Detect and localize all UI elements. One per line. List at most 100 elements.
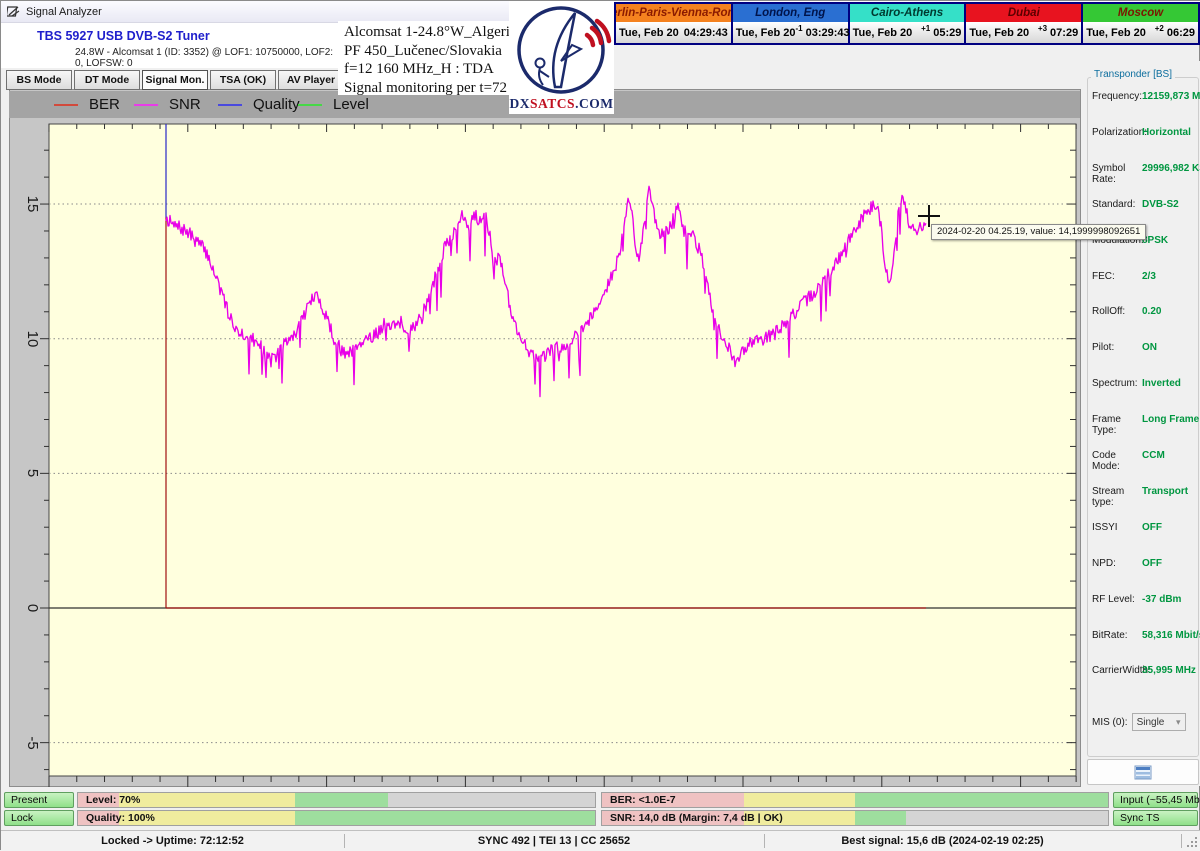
status-separator	[764, 834, 765, 848]
chevron-down-icon: ▾	[1176, 717, 1181, 728]
bar-segment	[119, 793, 295, 807]
timezone-date: Tue, Feb 20	[619, 27, 681, 39]
ts-info-button[interactable]	[1087, 759, 1199, 785]
y-axis-label: 10	[23, 321, 41, 357]
timezone-time: 07:29	[1050, 27, 1078, 39]
timezone-london-eng: London, Eng Tue, Feb 20-103:29:43	[733, 4, 848, 43]
status-section: Best signal: 15,6 dB (2024-02-19 02:25)	[764, 831, 1121, 851]
transponder-value: CCM	[1142, 450, 1165, 472]
dxsatcs-logo-icon	[509, 1, 614, 97]
transponder-label: Standard:	[1092, 199, 1142, 210]
transponder-row: ISSYIOFF	[1092, 522, 1198, 533]
timezone-name: Berlin-Paris-Vienna-Roma	[616, 4, 731, 22]
timezone-time: 04:29:43	[684, 27, 728, 39]
annotation-line: Alcomsat 1-24.8°W_Algeria	[344, 23, 516, 42]
timezone-time: 06:29	[1167, 27, 1195, 39]
bar-segment	[744, 793, 855, 807]
transponder-row: CarrierWidth:35,995 MHz	[1092, 665, 1198, 676]
tab-dt-mode[interactable]: DT Mode	[74, 70, 140, 90]
signal-analyzer-window: { "window": { "title": "Signal Analyzer"…	[0, 0, 1200, 850]
tuner-info-panel: TBS 5927 USB DVB-S2 Tuner 24.8W - Alcoms…	[9, 23, 339, 68]
mis-label: MIS (0):	[1092, 717, 1128, 728]
bar-label: SNR: 14,0 dB (Margin: 7,4 dB | OK)	[610, 812, 783, 824]
status-section: SYNC 492 | TEI 13 | CC 25652	[344, 831, 764, 851]
transponder-value: Horizontal	[1142, 127, 1191, 138]
transponder-value: OFF	[1142, 558, 1162, 569]
transponder-label: Polarization:	[1092, 127, 1142, 138]
transponder-row: Code Mode:CCM	[1092, 450, 1198, 472]
timezone-time: 03:29:43	[806, 27, 850, 39]
transponder-value: ON	[1142, 342, 1157, 353]
input-55-45-mbps--indicator[interactable]: Input (~55,45 Mbps)	[1113, 792, 1198, 808]
transponder-value: -37 dBm	[1142, 594, 1181, 605]
transponder-row: RF Level:-37 dBm	[1092, 594, 1198, 605]
dxsatcs-logo: DXSATCS.COM	[509, 1, 614, 114]
tuner-title: TBS 5927 USB DVB-S2 Tuner	[37, 29, 210, 43]
timezone-name: Moscow	[1083, 4, 1198, 22]
transponder-row: FEC:2/3	[1092, 271, 1198, 282]
bar-label: Quality: 100%	[86, 812, 155, 824]
tab-signal-mon-[interactable]: Signal Mon.	[142, 70, 208, 90]
bar-segment	[855, 793, 1108, 807]
transponder-value: Transport	[1142, 486, 1188, 508]
transponder-label: ISSYI	[1092, 522, 1142, 533]
tab-av-player[interactable]: AV Player	[278, 70, 344, 90]
timezone-clock: Tue, Feb 20+105:29	[850, 22, 965, 43]
timezone-name: Dubai	[966, 4, 1081, 22]
status-bar: Locked -> Uptime: 72:12:52SYNC 492 | TEI…	[1, 830, 1200, 851]
timezone-clocks: Berlin-Paris-Vienna-RomaTue, Feb 2004:29…	[614, 2, 1200, 45]
transponder-label: Symbol Rate:	[1092, 163, 1142, 185]
transponder-value: 29996,982 KS/s	[1142, 163, 1200, 185]
transponder-value: Inverted	[1142, 378, 1181, 389]
status-separator	[344, 834, 345, 848]
transponder-label: CarrierWidth:	[1092, 665, 1142, 676]
progress-bar-quality: Quality: 100%	[77, 810, 596, 826]
transponder-label: BitRate:	[1092, 630, 1142, 641]
transponder-panel: Transponder [BS] Frequency:12159,873 MHz…	[1084, 61, 1200, 786]
transponder-value: 0.20	[1142, 306, 1161, 317]
transponder-label: Frame Type:	[1092, 414, 1142, 436]
transponder-row: Stream type:Transport	[1092, 486, 1198, 508]
transponder-row: Frequency:12159,873 MHz	[1092, 91, 1198, 102]
bar-segment	[855, 811, 906, 825]
transponder-row: RollOff:0.20	[1092, 306, 1198, 317]
timezone-date: Tue, Feb 20	[969, 27, 1038, 39]
annotation-line: PF 450_Lučenec/Slovakia	[344, 42, 516, 61]
progress-bar-snr: SNR: 14,0 dB (Margin: 7,4 dB | OK)	[601, 810, 1109, 826]
lock-indicator[interactable]: Lock	[4, 810, 74, 826]
table-icon	[1134, 765, 1152, 780]
dxsatcs-logo-text: DXSATCS.COM	[509, 96, 614, 112]
cursor-tooltip: 2024-02-20 04.25.19, value: 14,199999809…	[931, 224, 1146, 240]
timezone-date: Tue, Feb 20	[736, 27, 796, 39]
transponder-label: FEC:	[1092, 271, 1142, 282]
mis-dropdown[interactable]: Single ▾	[1132, 713, 1186, 731]
transponder-label: Code Mode:	[1092, 450, 1142, 472]
sync-ts-indicator[interactable]: Sync TS	[1113, 810, 1198, 826]
transponder-row: Spectrum:Inverted	[1092, 378, 1198, 389]
bar-segment	[295, 793, 388, 807]
transponder-value: Long Frame	[1142, 414, 1199, 436]
transponder-label: RF Level:	[1092, 594, 1142, 605]
timezone-utc-offset: +3	[1038, 24, 1047, 33]
annotation-line: Signal monitoring per t=72 h	[344, 79, 516, 98]
resize-grip[interactable]	[1186, 836, 1199, 849]
app-icon	[7, 5, 20, 18]
transponder-value: 58,316 Mbit/s	[1142, 630, 1200, 641]
timezone-clock: Tue, Feb 20+307:29	[966, 22, 1081, 43]
tab-tsa-ok-[interactable]: TSA (OK)	[210, 70, 276, 90]
transponder-row: NPD:OFF	[1092, 558, 1198, 569]
y-axis-label: 5	[23, 455, 41, 491]
timezone-utc-offset: -1	[796, 24, 803, 33]
bar-label: Level: 70%	[86, 794, 140, 806]
timezone-cairo-athens: Cairo-AthensTue, Feb 20+105:29	[850, 4, 965, 43]
annotation-line: f=12 160 MHz_H : TDA	[344, 60, 516, 79]
timezone-clock: Tue, Feb 2004:29:43	[616, 22, 731, 43]
transponder-value: OFF	[1142, 522, 1162, 533]
status-separator	[1181, 834, 1182, 848]
transponder-row: Pilot:ON	[1092, 342, 1198, 353]
tab-bs-mode[interactable]: BS Mode	[6, 70, 72, 90]
transponder-label: Stream type:	[1092, 486, 1142, 508]
timezone-name: Cairo-Athens	[850, 4, 965, 22]
mis-row: MIS (0): Single ▾	[1092, 713, 1186, 731]
timezone-name: London, Eng	[733, 4, 848, 22]
